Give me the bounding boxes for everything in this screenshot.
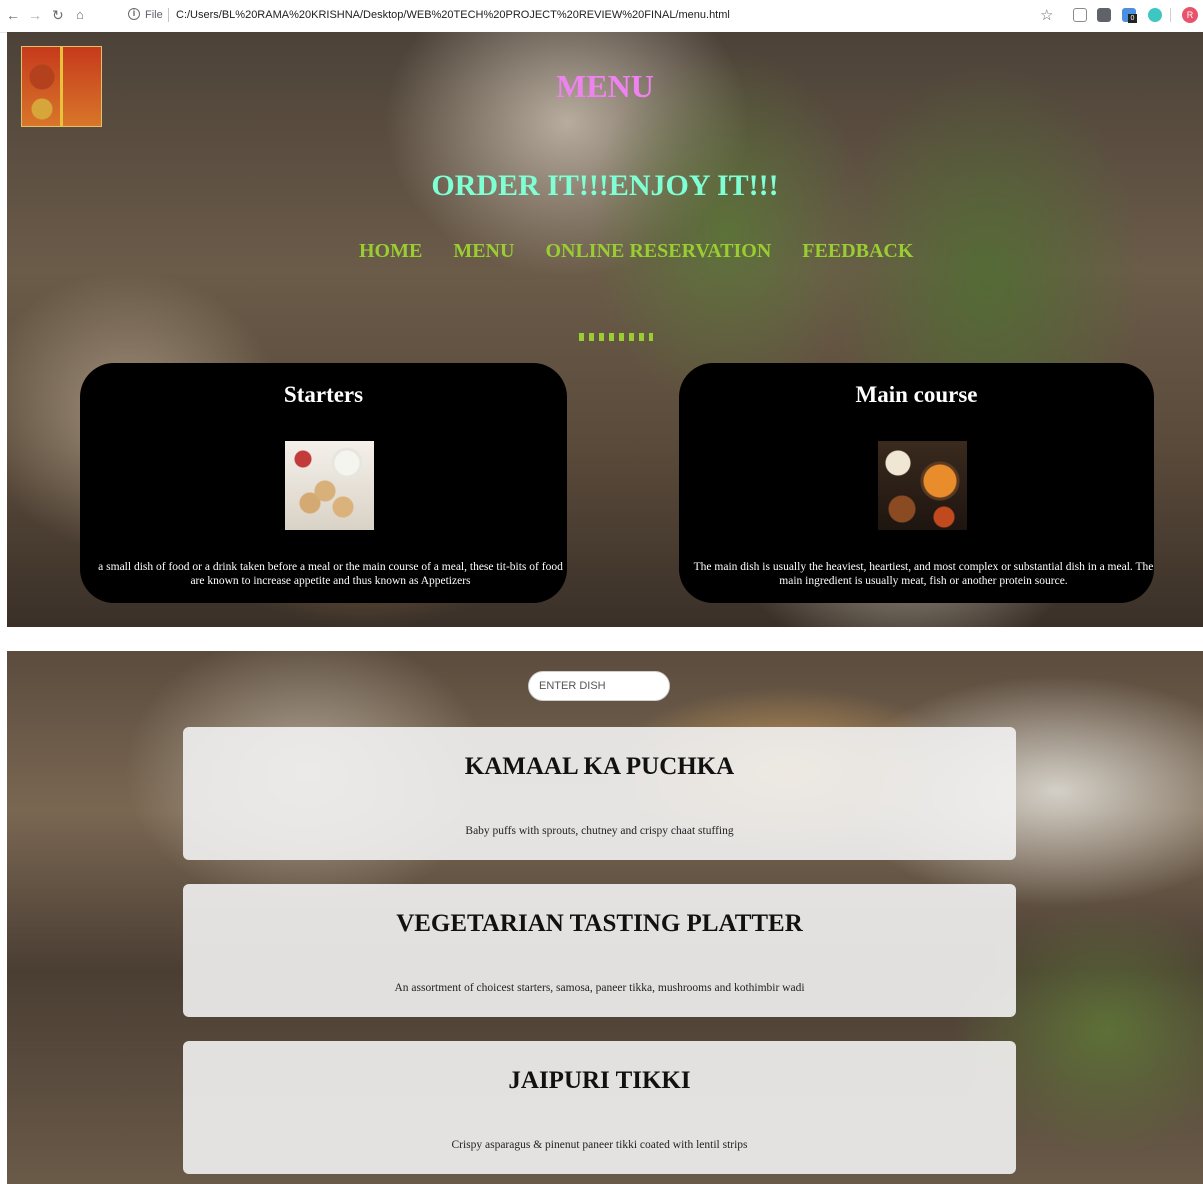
- nav-online-reservation[interactable]: ONLINE RESERVATION: [545, 240, 771, 262]
- dish-name: KAMAAL KA PUCHKA: [464, 753, 735, 780]
- extension-icon[interactable]: [1073, 8, 1087, 22]
- reload-icon[interactable]: ↻: [52, 7, 64, 23]
- page-title: MENU: [556, 68, 654, 104]
- extension-icon[interactable]: [1097, 8, 1111, 22]
- extension-icon[interactable]: [1148, 8, 1162, 22]
- category-title: Main course: [855, 382, 978, 407]
- category-title: Starters: [283, 382, 364, 407]
- url-separator: [168, 8, 169, 22]
- dish-name: VEGETARIAN TASTING PLATTER: [396, 910, 803, 937]
- address-bar[interactable]: C:/Users/BL%20RAMA%20KRISHNA/Desktop/WEB…: [176, 9, 730, 21]
- back-arrow-icon[interactable]: ←: [6, 7, 20, 23]
- extension-badge-icon[interactable]: 0: [1122, 8, 1137, 23]
- category-card-starters[interactable]: Starters a small dish of food or a drink…: [80, 363, 567, 603]
- info-icon[interactable]: i: [128, 8, 140, 20]
- tagline: ORDER IT!!!ENJOY IT!!!: [431, 169, 779, 202]
- nav-home[interactable]: HOME: [359, 240, 422, 262]
- category-card-main-course[interactable]: Main course The main dish is usually the…: [679, 363, 1154, 603]
- nav-menu[interactable]: MENU: [453, 240, 514, 262]
- dish-list-section: KAMAAL KA PUCHKA Baby puffs with sprouts…: [7, 651, 1203, 1184]
- starters-image: [285, 441, 374, 530]
- profile-avatar[interactable]: R: [1182, 7, 1198, 23]
- dish-description: Crispy asparagus & pinenut paneer tikki …: [451, 1139, 748, 1151]
- forward-arrow-icon[interactable]: →: [28, 7, 42, 23]
- category-description: The main dish is usually the heaviest, h…: [693, 561, 1154, 587]
- dish-description: An assortment of choicest starters, samo…: [394, 982, 805, 994]
- main-nav: HOME MENU ONLINE RESERVATION FEEDBACK: [359, 240, 939, 263]
- url-scheme: File: [145, 9, 163, 21]
- dot-divider: [579, 333, 653, 341]
- toolbar-divider: [1170, 8, 1171, 22]
- bookmark-star-icon[interactable]: ☆: [1040, 6, 1053, 24]
- extension-badge: 0: [1128, 14, 1137, 23]
- home-icon[interactable]: ⌂: [76, 7, 84, 23]
- dish-card[interactable]: VEGETARIAN TASTING PLATTER An assortment…: [183, 884, 1016, 1017]
- browser-toolbar: ← → ↻ ⌂ i File C:/Users/BL%20RAMA%20KRIS…: [0, 0, 1203, 33]
- screenshot-root: ← → ↻ ⌂ i File C:/Users/BL%20RAMA%20KRIS…: [0, 0, 1203, 1184]
- dish-card[interactable]: KAMAAL KA PUCHKA Baby puffs with sprouts…: [183, 727, 1016, 860]
- dish-name: JAIPURI TIKKI: [508, 1067, 691, 1094]
- dish-search-input[interactable]: [528, 671, 670, 701]
- nav-feedback[interactable]: FEEDBACK: [802, 240, 913, 262]
- category-description: a small dish of food or a drink taken be…: [98, 561, 563, 587]
- main-course-image: [878, 441, 967, 530]
- hero-section: MENU ORDER IT!!!ENJOY IT!!! HOME MENU ON…: [7, 32, 1203, 627]
- dish-description: Baby puffs with sprouts, chutney and cri…: [465, 825, 734, 837]
- dish-card[interactable]: JAIPURI TIKKI Crispy asparagus & pinenut…: [183, 1041, 1016, 1174]
